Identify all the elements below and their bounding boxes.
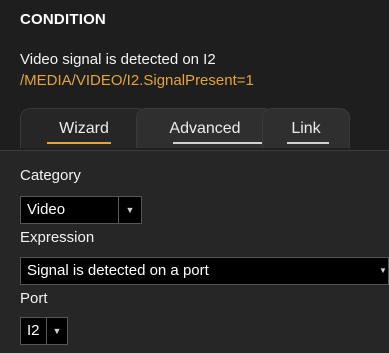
condition-header: CONDITION Video signal is detected on I2… — [0, 0, 389, 150]
category-value: Video — [27, 201, 66, 218]
chevron-down-icon: ▼ — [46, 318, 67, 344]
port-select[interactable]: I2 ▼ — [20, 317, 68, 345]
tab-wizard-indicator — [47, 142, 111, 144]
condition-heading: CONDITION — [20, 11, 106, 28]
expression-select[interactable]: Signal is detected on a port ▼ — [20, 257, 389, 285]
wizard-panel: Category Video ▼ Expression Signal is de… — [0, 150, 389, 353]
port-value: I2 — [27, 322, 40, 339]
tab-wizard[interactable]: Wizard — [20, 108, 148, 148]
tab-advanced-label: Advanced — [169, 120, 241, 137]
tab-wizard-label: Wizard — [59, 120, 109, 137]
expression-label: Expression — [20, 229, 95, 246]
condition-path: /MEDIA/VIDEO/I2.SignalPresent=1 — [20, 72, 254, 89]
category-select[interactable]: Video ▼ — [20, 196, 142, 224]
port-label: Port — [20, 290, 48, 307]
tab-link-indicator — [287, 142, 329, 144]
tab-link-label: Link — [291, 120, 321, 137]
tab-bar: Wizard Advanced Link — [0, 108, 389, 150]
expression-value: Signal is detected on a port — [27, 262, 209, 279]
tab-advanced-indicator — [173, 142, 267, 144]
chevron-down-icon: ▼ — [118, 197, 141, 223]
tab-advanced[interactable]: Advanced — [136, 108, 274, 148]
chevron-down-icon: ▼ — [379, 266, 387, 275]
tab-link[interactable]: Link — [262, 108, 350, 148]
condition-description: Video signal is detected on I2 — [20, 51, 216, 68]
category-label: Category — [20, 167, 81, 184]
